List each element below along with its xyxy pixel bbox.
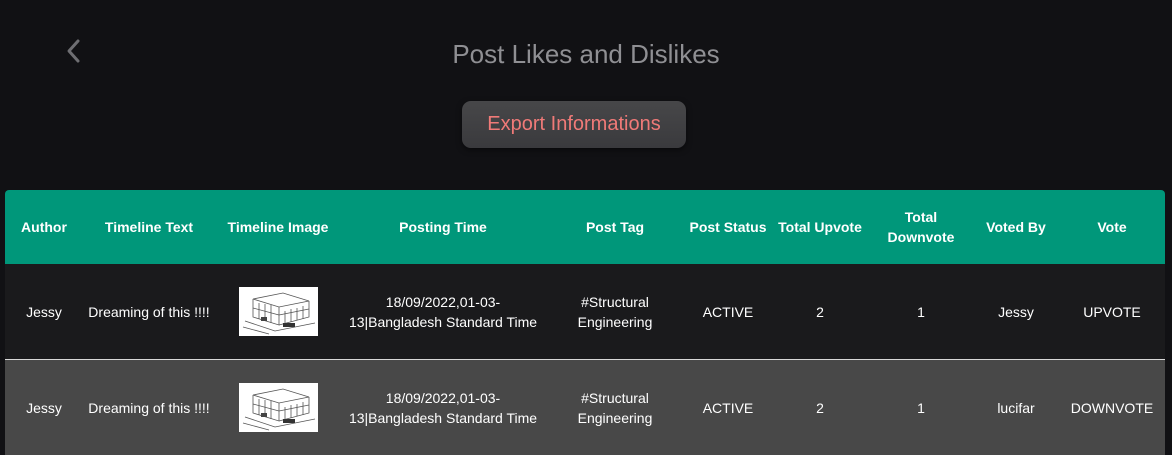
table-row[interactable]: Jessy Dreaming of this !!!! 18/09/2022,0… bbox=[5, 360, 1165, 455]
post-status-cell: ACTIVE bbox=[702, 303, 754, 320]
voted-by-cell: lucifar bbox=[997, 399, 1035, 416]
voted-by-cell: Jessy bbox=[998, 303, 1034, 320]
timeline-text-cell: Dreaming of this !!!! bbox=[88, 303, 210, 320]
column-header-posting-time: Posting Time bbox=[399, 219, 487, 235]
house-sketch-thumbnail[interactable] bbox=[238, 383, 318, 432]
column-header-author: Author bbox=[21, 219, 67, 235]
total-upvote-cell: 2 bbox=[816, 303, 824, 320]
table-header-row: Author Timeline Text Timeline Image Post… bbox=[5, 190, 1165, 264]
vote-cell: DOWNVOTE bbox=[1070, 399, 1154, 416]
export-informations-button[interactable]: Export Informations bbox=[462, 101, 686, 148]
total-upvote-cell: 2 bbox=[816, 399, 824, 416]
posting-time-cell: 18/09/2022,01-03-13|Bangladesh Standard … bbox=[348, 293, 538, 330]
vote-cell: UPVOTE bbox=[1083, 303, 1141, 320]
posting-time-cell: 18/09/2022,01-03-13|Bangladesh Standard … bbox=[348, 389, 538, 426]
column-header-vote: Vote bbox=[1097, 219, 1127, 235]
house-sketch-thumbnail[interactable] bbox=[238, 287, 318, 336]
table-row[interactable]: Jessy Dreaming of this !!!! 18/09/2022,0… bbox=[5, 264, 1165, 359]
post-tag-cell: #Structural Engineering bbox=[577, 389, 653, 426]
timeline-image-cell bbox=[215, 287, 341, 336]
total-downvote-cell: 1 bbox=[917, 303, 925, 320]
page-title: Post Likes and Dislikes bbox=[452, 39, 720, 69]
column-header-voted-by: Voted By bbox=[986, 219, 1046, 235]
column-header-post-tag: Post Tag bbox=[585, 219, 645, 235]
likes-table: Author Timeline Text Timeline Image Post… bbox=[5, 190, 1165, 455]
post-status-cell: ACTIVE bbox=[702, 399, 754, 416]
author-cell: Jessy bbox=[26, 303, 62, 320]
column-header-total-upvote: Total Upvote bbox=[778, 219, 862, 235]
column-header-post-status: Post Status bbox=[689, 219, 767, 235]
column-header-timeline-text: Timeline Text bbox=[104, 219, 194, 235]
author-cell: Jessy bbox=[26, 399, 62, 416]
timeline-image-cell bbox=[215, 383, 341, 432]
timeline-text-cell: Dreaming of this !!!! bbox=[88, 399, 210, 416]
total-downvote-cell: 1 bbox=[917, 399, 925, 416]
column-header-total-downvote: Total Downvote bbox=[887, 209, 955, 245]
post-tag-cell: #Structural Engineering bbox=[577, 293, 653, 330]
column-header-timeline-image: Timeline Image bbox=[227, 219, 329, 235]
